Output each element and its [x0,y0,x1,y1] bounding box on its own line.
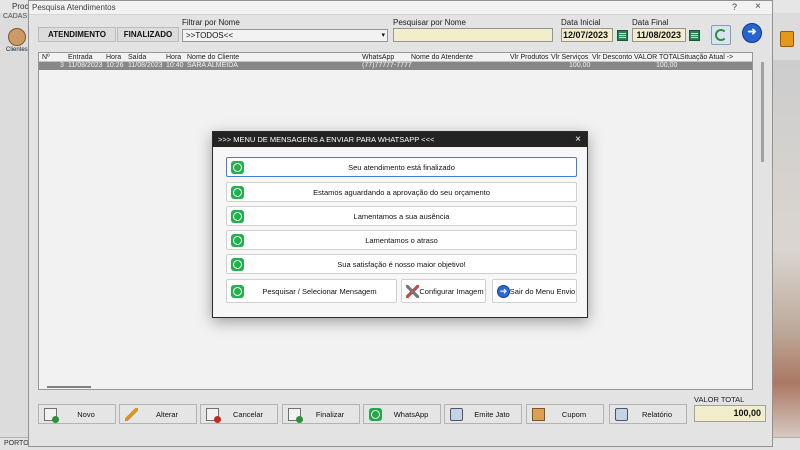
message-label: Estamos aguardando a aprovação do seu or… [313,188,490,197]
message-label: Seu atendimento está finalizado [348,163,455,172]
exit-menu-button[interactable]: ➜ Sair do Menu Envio [492,279,577,303]
modal-close-button[interactable]: × [575,132,581,147]
message-label: Lamentamos o atraso [365,236,438,245]
modal-title: >>> MENU DE MENSAGENS A ENVIAR PARA WHAT… [218,135,435,144]
message-label: Lamentamos a sua ausência [353,212,450,221]
exit-menu-label: Sair do Menu Envio [509,287,576,296]
message-button-orcamento[interactable]: Estamos aguardando a aprovação do seu or… [226,182,577,202]
configure-image-label: Configurar Imagem [419,287,484,296]
message-button-satisfacao[interactable]: Sua satisfação é nosso maior objetivo! [226,254,577,274]
message-button-ausencia[interactable]: Lamentamos a sua ausência [226,206,577,226]
message-label: Sua satisfação é nosso maior objetivo! [337,260,466,269]
modal-title-bar: >>> MENU DE MENSAGENS A ENVIAR PARA WHAT… [213,132,587,147]
message-button-finalizado[interactable]: Seu atendimento está finalizado [226,157,577,177]
search-select-message-button[interactable]: Pesquisar / Selecionar Mensagem [226,279,397,303]
configure-image-button[interactable]: Configurar Imagem [401,279,486,303]
search-select-label: Pesquisar / Selecionar Mensagem [262,287,377,296]
message-button-atraso[interactable]: Lamentamos o atraso [226,230,577,250]
whatsapp-message-menu-dialog: >>> MENU DE MENSAGENS A ENVIAR PARA WHAT… [212,131,588,318]
